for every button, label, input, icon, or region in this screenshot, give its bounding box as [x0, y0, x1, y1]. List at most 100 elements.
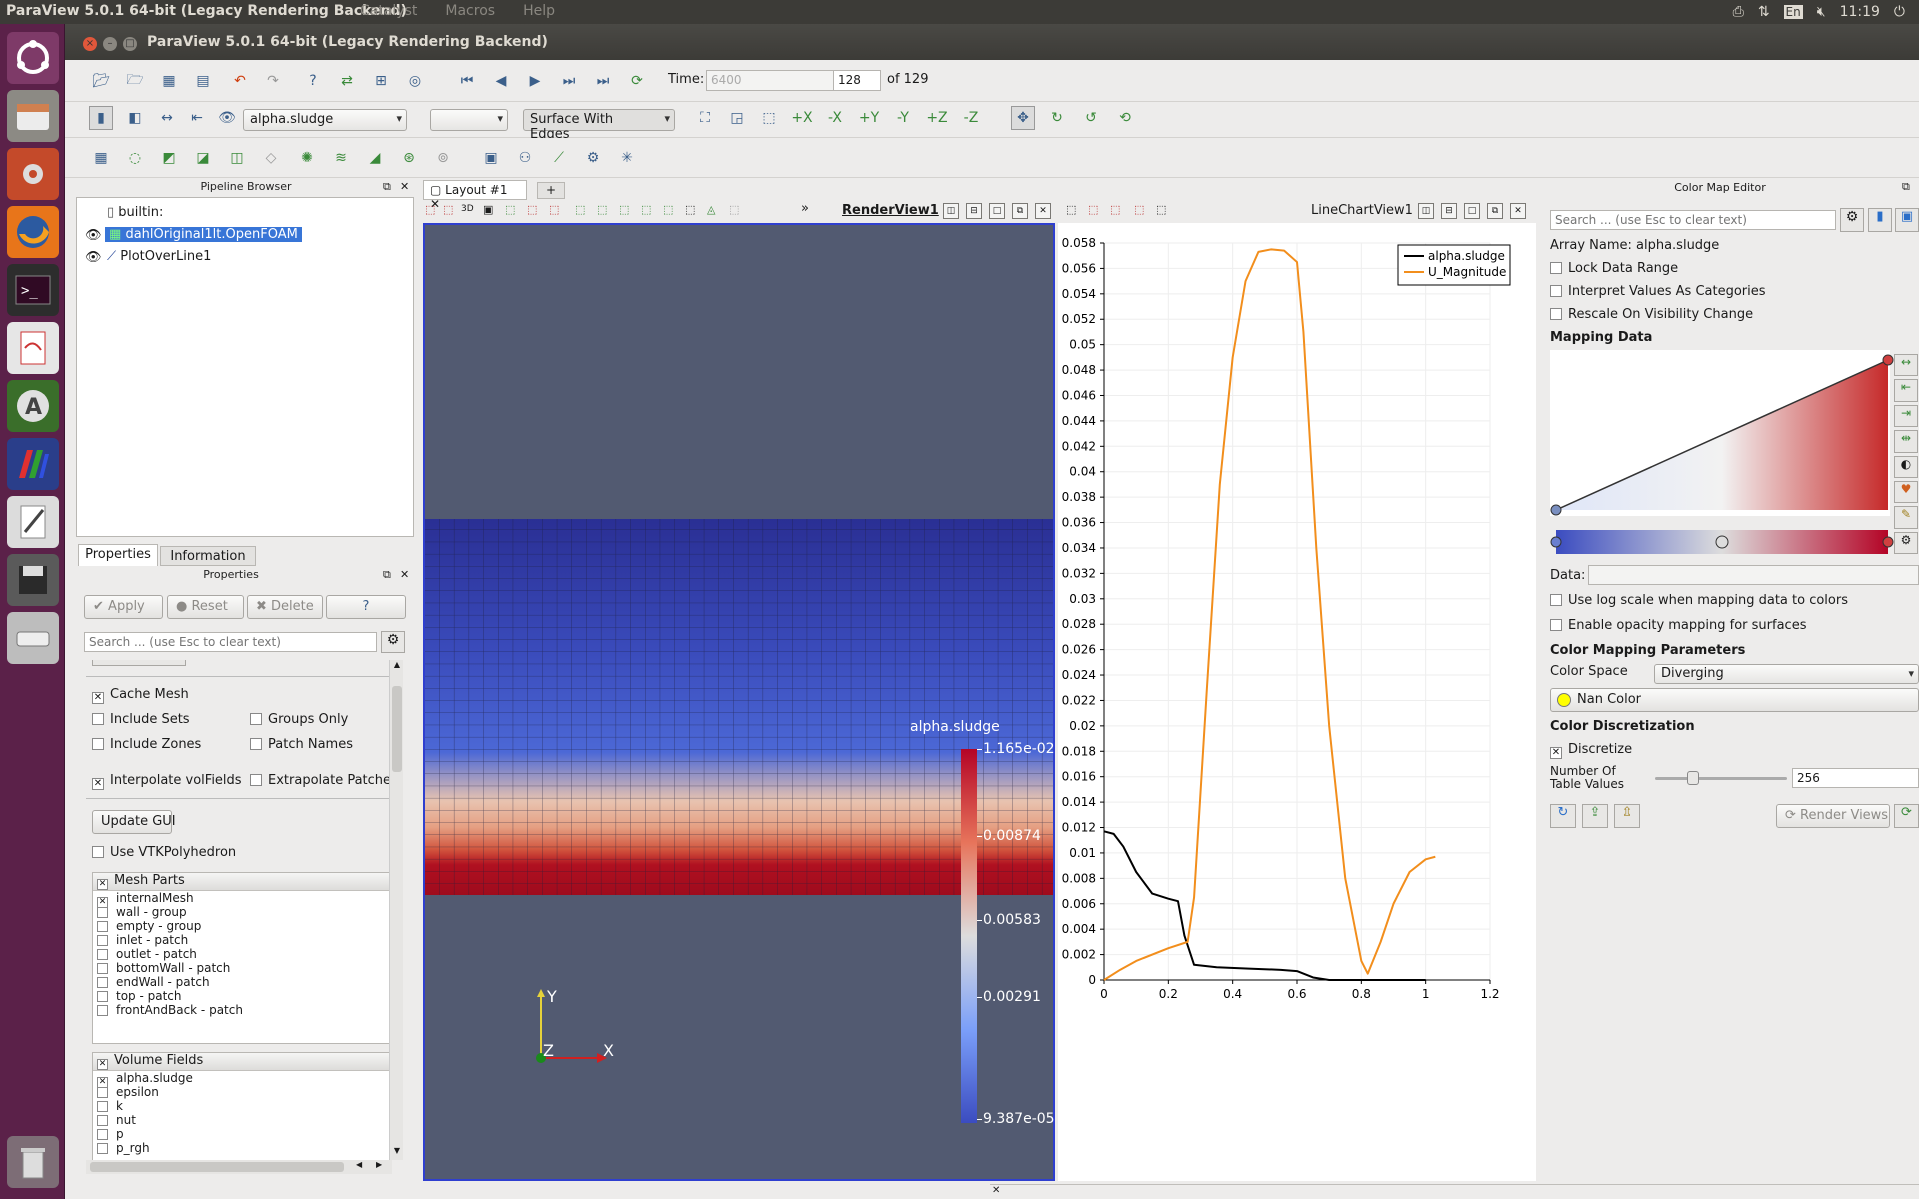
properties-horizontal-scrollbar[interactable]: ◀ ▶	[86, 1160, 392, 1174]
mesh-part-item[interactable]: outlet - patch	[97, 947, 389, 961]
printer-icon[interactable]: ⎙	[1733, 4, 1744, 20]
slider-handle[interactable]	[1687, 771, 1699, 785]
mesh-part-item[interactable]: ✕ internalMesh	[97, 891, 389, 908]
custom-range-icon[interactable]: ⇤	[185, 106, 209, 130]
snowflake-icon[interactable]: ✳	[615, 146, 639, 170]
extract-level-icon[interactable]: ⊚	[431, 146, 455, 170]
split-vertical-icon[interactable]: ⊟	[966, 203, 982, 219]
network-icon[interactable]: ⇅	[1758, 4, 1770, 20]
software-center-icon[interactable]: A	[7, 380, 59, 432]
text-editor-icon[interactable]	[7, 496, 59, 548]
mesh-part-item[interactable]: wall - group	[97, 905, 389, 919]
settings-icon[interactable]	[7, 148, 59, 200]
advanced-properties-gear-icon[interactable]: ⚙	[381, 631, 405, 653]
table-values-field[interactable]: 256	[1792, 768, 1919, 788]
zoom-to-box-icon[interactable]: ⬚	[757, 106, 781, 130]
interpret-categories-checkbox[interactable]: Interpret Values As Categories	[1550, 284, 1766, 299]
close-window-icon[interactable]: ×	[83, 37, 97, 51]
visibility-eye-icon[interactable]: 👁︎	[85, 250, 102, 265]
properties-search-input[interactable]	[84, 632, 377, 652]
loop-icon[interactable]: ⟳	[625, 69, 649, 93]
view-minus-x-icon[interactable]: -X	[823, 106, 847, 130]
undo-icon[interactable]: ↶	[228, 69, 252, 93]
visibility-eye-icon[interactable]: 👁︎	[85, 228, 102, 243]
view-plus-z-icon[interactable]: +Z	[925, 106, 949, 130]
select-points-icon[interactable]: ⬚	[443, 203, 453, 216]
cache-mesh-checkbox[interactable]: ✕ Cache Mesh	[92, 687, 189, 704]
restore-view-icon[interactable]: ⧉	[1012, 203, 1028, 219]
add-layout-tab-button[interactable]: +	[537, 182, 565, 199]
disk-icon[interactable]	[7, 554, 59, 606]
extract-subset-icon[interactable]: ◇	[259, 146, 283, 170]
stream-tracer-icon[interactable]: ≋	[329, 146, 353, 170]
mesh-part-item[interactable]: frontAndBack - patch	[97, 1003, 389, 1017]
menu-macros[interactable]: Macros	[445, 3, 495, 19]
next-frame-icon[interactable]: ⏭	[557, 69, 581, 93]
help-button[interactable]: ?	[326, 595, 406, 619]
float-panel-icon[interactable]: ⧉	[383, 180, 391, 194]
recent-icon[interactable]: 🗁	[123, 69, 147, 93]
split-horizontal-icon[interactable]: ◫	[1418, 203, 1434, 219]
select-blocks-icon[interactable]: ⬚	[597, 203, 607, 216]
toggle-color-legend-icon[interactable]: ▮	[89, 106, 113, 130]
close-panel-icon[interactable]: ✕	[992, 1185, 1000, 1196]
hover-cells-icon[interactable]: ⬚	[729, 203, 739, 216]
terminal-icon[interactable]: >_	[7, 264, 59, 316]
firefox-icon[interactable]	[7, 206, 59, 258]
select-frustum-icon[interactable]: ⬚	[549, 203, 559, 216]
grow-selection-icon[interactable]: ⬚	[641, 203, 651, 216]
play-icon[interactable]: ▶	[523, 69, 547, 93]
groups-only-checkbox[interactable]: Groups Only	[250, 712, 348, 727]
rescale-visibility-checkbox[interactable]: Rescale On Visibility Change	[1550, 307, 1753, 322]
zoom-to-data-icon[interactable]: ◲	[725, 106, 749, 130]
last-frame-icon[interactable]: ⏭	[591, 69, 615, 93]
close-panel-icon[interactable]: ✕	[400, 568, 409, 581]
pipeline-item-builtin[interactable]: ▯ builtin:	[107, 205, 163, 220]
threshold-icon[interactable]: ◫	[225, 146, 249, 170]
mesh-part-item[interactable]: inlet - patch	[97, 933, 389, 947]
render-view-3d[interactable]: alpha.sludge 1.165e-02 0.00874 0.00583 0.00…	[423, 223, 1055, 1181]
redo-icon[interactable]: ↷	[261, 69, 285, 93]
glyph-icon[interactable]: ✺	[295, 146, 319, 170]
keyboard-layout[interactable]: En	[1783, 5, 1803, 19]
color-array-select[interactable]: alpha.sludge	[243, 109, 407, 131]
disconnect-icon[interactable]: ⊞	[369, 69, 393, 93]
render-views-button[interactable]: ⟳ Render Views	[1776, 804, 1890, 828]
animation-settings-icon[interactable]: ◎	[403, 69, 427, 93]
edit-color-map-icon[interactable]: ◧	[123, 106, 147, 130]
rescale-temporal-icon[interactable]: ⇥	[1894, 404, 1918, 428]
volume-fields-header[interactable]: ✕ Volume Fields	[93, 1053, 389, 1071]
color-space-select[interactable]: Diverging	[1654, 664, 1919, 684]
scroll-down-icon[interactable]: ▼	[391, 1146, 403, 1160]
discretize-checkbox[interactable]: ✕ Discretize	[1550, 742, 1632, 759]
tab-information[interactable]: Information	[160, 546, 256, 566]
patch-names-checkbox[interactable]: Patch Names	[250, 737, 353, 752]
maximize-view-icon[interactable]: □	[1464, 203, 1480, 219]
first-frame-icon[interactable]: ⏮	[455, 69, 479, 93]
chart-select-polygon-icon[interactable]: ⬚	[1110, 203, 1120, 216]
float-panel-icon[interactable]: ⧉	[1902, 180, 1910, 194]
mesh-parts-header[interactable]: ✕ Mesh Parts	[93, 873, 389, 891]
auto-render-icon[interactable]: ⟳	[1894, 804, 1919, 828]
save-colormap-icon[interactable]: ▮	[1868, 208, 1892, 232]
interpolate-volfields-checkbox[interactable]: ✕ Interpolate volFields	[92, 773, 242, 790]
interactive-select-icon[interactable]: ⬚	[425, 203, 435, 216]
nan-color-button[interactable]: Nan Color	[1550, 688, 1919, 712]
calculator-icon[interactable]: ▦	[89, 146, 113, 170]
select-points-on-icon[interactable]: ⬚	[527, 203, 537, 216]
save-state-icon[interactable]: ▤	[191, 69, 215, 93]
invert-icon[interactable]: ◐	[1894, 455, 1918, 478]
chart-clear-icon[interactable]: ⬚	[1156, 203, 1166, 216]
data-value-field[interactable]	[1588, 565, 1919, 585]
menu-help[interactable]: Help	[523, 3, 555, 19]
reset-button[interactable]: ● Reset	[167, 595, 244, 619]
toggle-3d-button[interactable]: 3D	[461, 204, 474, 214]
paraview-icon[interactable]	[7, 438, 59, 490]
mesh-part-item[interactable]: empty - group	[97, 919, 389, 933]
more-tools-icon[interactable]: »	[801, 201, 809, 216]
presets-icon[interactable]: ♥	[1894, 480, 1918, 504]
color-map-gear-icon[interactable]: ⚙	[1840, 208, 1864, 232]
update-gui-button[interactable]: Update GUI	[92, 810, 176, 834]
visible-range-icon[interactable]: ⇹	[1894, 430, 1918, 453]
group-datasets-icon[interactable]: ⊛	[397, 146, 421, 170]
